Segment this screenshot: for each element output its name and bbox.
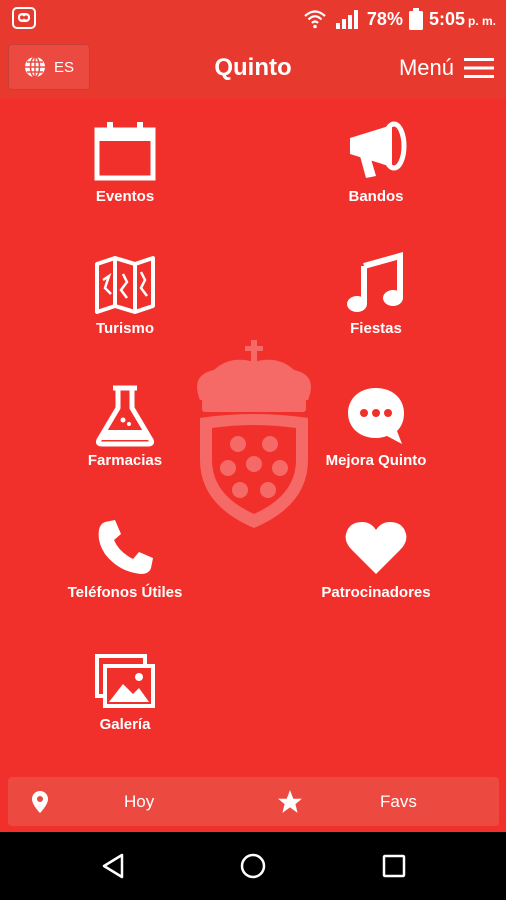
bottom-tab-bar: Hoy Favs [8,777,499,826]
heart-icon [345,522,407,574]
menu-item-patrocinadores[interactable]: Patrocinadores [251,516,501,601]
menu-item-bandos[interactable]: Bandos [251,120,501,205]
menu-item-label: Farmacias [87,452,163,469]
location-pin-icon [32,791,48,813]
menu-item-label: Turismo [95,320,155,337]
app-header: Quinto ES Menú [0,38,506,98]
recents-icon[interactable] [382,854,406,878]
menu-item-label: Bandos [348,188,404,205]
chat-bubble-icon [348,388,404,444]
home-icon[interactable] [240,853,266,879]
battery-percent: 78% [366,8,403,29]
star-icon [278,790,302,813]
back-icon[interactable] [101,852,125,880]
system-nav-bar [0,832,506,900]
menu-item-farmacias[interactable]: Farmacias [0,384,250,469]
menu-item-label: Galería [99,716,151,733]
menu-item-label: Patrocinadores [321,584,431,601]
hamburger-icon [464,58,494,78]
menu-item-eventos[interactable]: Eventos [0,120,250,205]
language-button[interactable]: ES [8,44,90,90]
map-icon [95,256,155,314]
wifi-icon [304,10,326,29]
music-note-icon [347,252,403,312]
flask-icon [95,385,155,447]
language-label: ES [53,58,74,76]
gallery-icon [95,654,155,708]
calendar-icon [94,122,156,181]
clock-time: 5:05 [428,8,465,29]
menu-item-fiestas[interactable]: Fiestas [251,252,501,337]
menu-item-label: Mejora Quinto [325,452,427,469]
menu-item-turismo[interactable]: Turismo [0,252,250,337]
tab-favs[interactable]: Favs [253,777,499,826]
menu-item-telefonos-utiles[interactable]: Teléfonos Útiles [0,516,250,601]
tab-hoy[interactable]: Hoy [8,777,253,826]
menu-item-galeria[interactable]: Galería [0,648,250,733]
megaphone-icon [350,121,407,178]
menu-item-mejora-quinto[interactable]: Mejora Quinto [251,384,501,469]
tab-hoy-label: Hoy [124,791,155,811]
globe-icon [24,56,45,78]
app-notification-icon [12,7,36,29]
menu-item-label: Fiestas [350,320,402,337]
menu-button[interactable]: Menú [399,38,494,98]
menu-item-label: Eventos [95,188,155,205]
tab-favs-label: Favs [380,791,417,811]
phone-icon [98,520,153,574]
clock-ampm: p. m. [467,13,496,28]
status-bar: 78% 5:05 p. m. [0,0,506,38]
signal-icon [335,10,358,29]
menu-label: Menú [398,55,454,80]
battery-icon [408,8,423,30]
menu-item-label: Teléfonos Útiles [67,584,183,601]
